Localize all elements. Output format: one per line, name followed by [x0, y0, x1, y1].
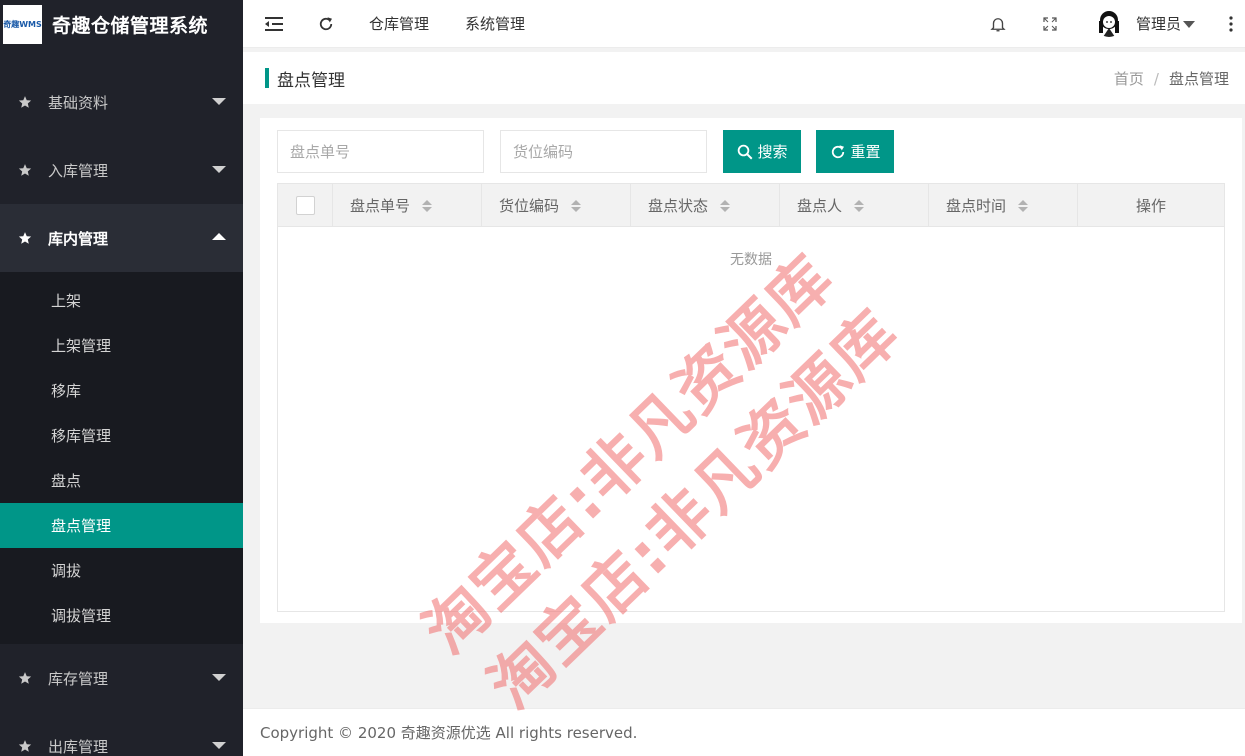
breadcrumb-separator: / [1153, 70, 1159, 88]
sidebar-subitem-stocktake-manage[interactable]: 盘点管理 [0, 503, 243, 548]
column-time[interactable]: 盘点时间 [929, 184, 1078, 227]
column-label: 盘点单号 [350, 197, 411, 215]
sidebar-subitem-move[interactable]: 移库 [0, 368, 243, 413]
nav-system-manage[interactable]: 系统管理 [465, 13, 525, 34]
sidebar-item-label: 库存管理 [48, 669, 109, 688]
reset-button-label: 重置 [850, 143, 881, 161]
column-label: 盘点人 [797, 197, 843, 215]
select-all-cell [278, 184, 333, 227]
breadcrumb: 首页 / 盘点管理 [1114, 68, 1229, 89]
stocktake-table: 盘点单号 货位编码 盘点状态 盘点人 盘点时间 操作 无数据 [277, 183, 1225, 612]
star-icon [18, 231, 32, 245]
top-header: 仓库管理 系统管理 管理员 [243, 0, 1245, 48]
breadcrumb-home[interactable]: 首页 [1114, 70, 1144, 88]
column-label: 操作 [1135, 197, 1166, 215]
sidebar-item-in-warehouse[interactable]: 库内管理 [0, 204, 243, 272]
chevron-down-icon [212, 166, 226, 173]
order-number-input[interactable] [277, 130, 484, 173]
avatar[interactable] [1095, 9, 1123, 37]
star-icon [18, 95, 32, 109]
logo-bar: 奇趣WMS 奇趣仓储管理系统 [0, 0, 243, 48]
column-order-number[interactable]: 盘点单号 [333, 184, 482, 227]
sidebar-item-inventory[interactable]: 库存管理 [0, 644, 243, 712]
sidebar-subitem-stocktake[interactable]: 盘点 [0, 458, 243, 503]
column-label: 盘点状态 [648, 197, 709, 215]
sidebar-subitem-transfer-manage[interactable]: 调拔管理 [0, 593, 243, 638]
chevron-down-icon [212, 742, 226, 749]
search-icon [738, 144, 753, 159]
more-icon[interactable] [1220, 13, 1242, 35]
app-title: 奇趣仓储管理系统 [52, 14, 209, 37]
search-button[interactable]: 搜索 [723, 130, 801, 173]
sort-icon[interactable] [720, 199, 731, 212]
sort-icon[interactable] [422, 199, 433, 212]
sidebar-item-inbound[interactable]: 入库管理 [0, 136, 243, 204]
sidebar-item-label: 基础资料 [48, 93, 109, 112]
app-logo: 奇趣WMS [3, 4, 42, 44]
bell-icon[interactable] [987, 13, 1009, 35]
footer: Copyright © 2020 奇趣资源优选 All rights reser… [243, 708, 1245, 756]
sidebar-item-label: 入库管理 [48, 161, 109, 180]
column-status[interactable]: 盘点状态 [631, 184, 780, 227]
sort-icon[interactable] [571, 199, 582, 212]
menu-collapse-icon[interactable] [263, 13, 285, 35]
column-operator[interactable]: 盘点人 [780, 184, 929, 227]
sort-icon[interactable] [1018, 199, 1029, 212]
sidebar: 奇趣WMS 奇趣仓储管理系统 基础资料 入库管理 库内管理 上架 上架管理 移库… [0, 0, 243, 756]
sidebar-submenu: 上架 上架管理 移库 移库管理 盘点 盘点管理 调拔 调拔管理 [0, 272, 243, 644]
sidebar-subitem-transfer[interactable]: 调拔 [0, 548, 243, 593]
column-label: 盘点时间 [946, 197, 1007, 215]
page-title-bar: 盘点管理 首页 / 盘点管理 [243, 52, 1245, 104]
chevron-down-icon [212, 674, 226, 681]
star-icon [18, 671, 32, 685]
column-location-code[interactable]: 货位编码 [482, 184, 631, 227]
sidebar-item-label: 出库管理 [48, 737, 109, 756]
search-button-label: 搜索 [757, 143, 788, 161]
breadcrumb-current: 盘点管理 [1168, 70, 1229, 88]
sidebar-item-label: 库内管理 [48, 229, 109, 248]
sidebar-item-basic-data[interactable]: 基础资料 [0, 68, 243, 136]
content-card: 搜索 重置 盘点单号 货位编码 盘点状态 盘点人 [260, 118, 1242, 623]
column-actions: 操作 [1078, 184, 1224, 227]
sidebar-item-outbound[interactable]: 出库管理 [0, 712, 243, 756]
refresh-icon[interactable] [315, 13, 337, 35]
chevron-up-icon [212, 233, 226, 240]
chevron-down-icon[interactable] [1183, 21, 1195, 28]
chevron-down-icon [212, 98, 226, 105]
column-label: 货位编码 [499, 197, 560, 215]
reset-button[interactable]: 重置 [816, 130, 894, 173]
sidebar-menu: 基础资料 入库管理 库内管理 上架 上架管理 移库 移库管理 盘点 盘点管理 调… [0, 48, 243, 756]
location-code-input[interactable] [500, 130, 707, 173]
table-header: 盘点单号 货位编码 盘点状态 盘点人 盘点时间 操作 [278, 184, 1224, 227]
star-icon [18, 739, 32, 753]
copyright-text: Copyright © 2020 奇趣资源优选 All rights reser… [260, 724, 638, 742]
sidebar-subitem-move-manage[interactable]: 移库管理 [0, 413, 243, 458]
sidebar-subitem-shelve-manage[interactable]: 上架管理 [0, 323, 243, 368]
page-title: 盘点管理 [277, 70, 345, 91]
refresh-icon [832, 144, 845, 158]
star-icon [18, 163, 32, 177]
nav-warehouse-manage[interactable]: 仓库管理 [369, 13, 429, 34]
title-accent-bar [265, 68, 269, 88]
sidebar-subitem-shelve[interactable]: 上架 [0, 278, 243, 323]
empty-state: 无数据 [730, 252, 772, 268]
select-all-checkbox[interactable] [296, 196, 315, 215]
user-name[interactable]: 管理员 [1136, 13, 1181, 34]
fullscreen-icon[interactable] [1039, 13, 1061, 35]
sort-icon[interactable] [854, 199, 865, 212]
